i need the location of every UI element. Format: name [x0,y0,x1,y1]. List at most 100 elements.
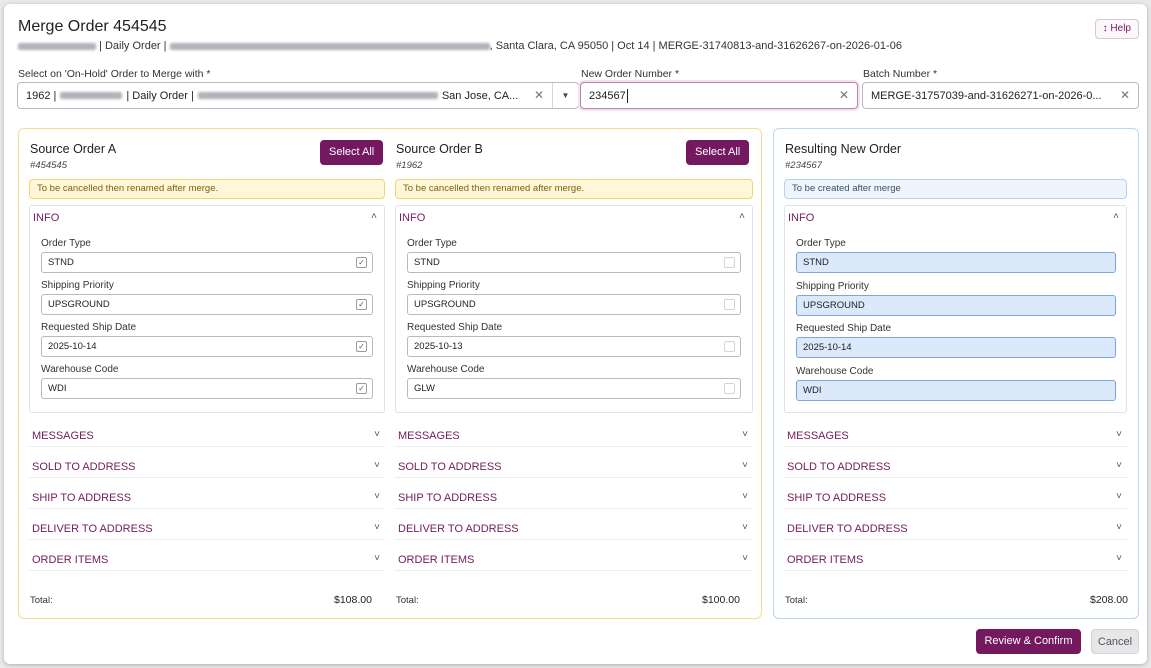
checkbox-icon[interactable] [724,383,735,394]
requested-ship-date-field-a[interactable]: 2025-10-14 ✓ [41,336,373,357]
text-caret [626,88,628,103]
sold-to-address-accordion-b[interactable]: SOLD TO ADDRESS ˅ [395,455,753,478]
clear-icon[interactable]: ✕ [534,88,544,102]
sold-to-address-accordion-a[interactable]: SOLD TO ADDRESS ˅ [29,455,385,478]
checkbox-checked-icon[interactable]: ✓ [356,257,367,268]
page-title: Merge Order 454545 [18,18,167,35]
order-type-field-a[interactable]: STND ✓ [41,252,373,273]
checkbox-icon[interactable] [724,299,735,310]
order-type-field-result[interactable]: STND [796,252,1116,273]
total-value-a: $108.00 [334,594,372,606]
accordion-title: DELIVER TO ADDRESS [398,523,519,535]
checkbox-icon[interactable] [724,341,735,352]
field-label: Order Type [796,238,846,249]
accordion-title: ORDER ITEMS [32,554,109,566]
merge-order-label: Select on 'On-Hold' Order to Merge with … [18,68,211,80]
checkbox-checked-icon[interactable]: ✓ [356,341,367,352]
select-all-button-a[interactable]: Select All [320,140,384,165]
field-value: UPSGROUND [414,299,476,310]
info-section-title[interactable]: INFO [788,212,814,224]
shipping-priority-field-result[interactable]: UPSGROUND [796,295,1116,316]
chevron-down-icon: ˅ [742,460,748,471]
review-confirm-button[interactable]: Review & Confirm [976,629,1081,654]
cancel-button[interactable]: Cancel [1091,629,1139,654]
field-label: Requested Ship Date [407,322,503,333]
info-section-title[interactable]: INFO [399,212,425,224]
subtitle-details: , Santa Clara, CA 95050 | Oct 14 | MERGE… [489,40,902,52]
merge-order-modal: Merge Order 454545 | Daily Order | , San… [4,4,1147,664]
redacted-address [197,92,438,99]
sold-to-address-accordion-result[interactable]: SOLD TO ADDRESS ˅ [784,455,1127,478]
checkbox-checked-icon[interactable]: ✓ [356,299,367,310]
messages-accordion-a[interactable]: MESSAGES ˅ [29,424,385,447]
accordion-title: MESSAGES [32,430,94,442]
source-order-a-column: Source Order A #454545 Select All To be … [19,129,389,618]
chevron-up-icon[interactable]: ˄ [739,211,745,222]
order-items-accordion-b[interactable]: ORDER ITEMS ˅ [395,548,753,571]
source-b-info-section: INFO ˄ Order Type STND Shipping Priority… [395,205,753,413]
order-items-accordion-result[interactable]: ORDER ITEMS ˅ [784,548,1127,571]
source-a-notice: To be cancelled then renamed after merge… [29,179,385,199]
chevron-up-icon[interactable]: ˄ [1113,211,1119,222]
warehouse-code-field-result[interactable]: WDI [796,380,1116,401]
field-label: Warehouse Code [41,364,119,375]
result-title: Resulting New Order [785,142,902,156]
deliver-to-address-accordion-a[interactable]: DELIVER TO ADDRESS ˅ [29,517,385,540]
accordion-title: MESSAGES [787,430,849,442]
chevron-up-icon[interactable]: ˄ [371,211,377,222]
source-a-number: #454545 [30,160,67,171]
result-number: #234567 [785,160,822,171]
order-type-field-b[interactable]: STND [407,252,741,273]
page-subtitle: | Daily Order | , Santa Clara, CA 95050 … [18,40,902,52]
clear-icon[interactable]: ✕ [839,88,849,102]
batch-number-input[interactable]: MERGE-31757039-and-31626271-on-2026-0...… [862,82,1139,109]
accordion-title: SHIP TO ADDRESS [398,492,498,504]
ship-to-address-accordion-a[interactable]: SHIP TO ADDRESS ˅ [29,486,385,509]
warehouse-code-field-b[interactable]: GLW [407,378,741,399]
shipping-priority-field-b[interactable]: UPSGROUND [407,294,741,315]
ship-to-address-accordion-result[interactable]: SHIP TO ADDRESS ˅ [784,486,1127,509]
chevron-down-icon: ˅ [1116,553,1122,564]
info-section-title[interactable]: INFO [33,212,59,224]
new-order-number-value: 234567 [589,89,626,102]
ship-to-address-accordion-b[interactable]: SHIP TO ADDRESS ˅ [395,486,753,509]
merge-order-city: San Jose, CA... [441,89,519,102]
clear-icon[interactable]: ✕ [1120,88,1130,102]
requested-ship-date-field-result[interactable]: 2025-10-14 [796,337,1116,358]
new-order-number-input[interactable]: 234567 ✕ [580,82,858,109]
accordion-title: SOLD TO ADDRESS [32,461,136,473]
checkbox-checked-icon[interactable]: ✓ [356,383,367,394]
checkbox-icon[interactable] [724,257,735,268]
resulting-order-panel: Resulting New Order #234567 To be create… [773,128,1139,619]
total-label-result: Total: [785,595,808,606]
chevron-down-icon: ˅ [742,522,748,533]
shipping-priority-field-a[interactable]: UPSGROUND ✓ [41,294,373,315]
chevron-down-icon: ˅ [1116,491,1122,502]
field-value: 2025-10-14 [48,341,97,352]
chevron-down-icon[interactable]: ▼ [552,83,578,108]
total-label-a: Total: [30,595,53,606]
deliver-to-address-accordion-b[interactable]: DELIVER TO ADDRESS ˅ [395,517,753,540]
total-value-b: $100.00 [702,594,740,606]
field-value: STND [48,257,74,268]
field-label: Order Type [407,238,457,249]
order-items-accordion-a[interactable]: ORDER ITEMS ˅ [29,548,385,571]
select-all-button-b[interactable]: Select All [686,140,750,165]
source-order-b-column: Source Order B #1962 Select All To be ca… [391,129,761,618]
accordion-title: ORDER ITEMS [398,554,475,566]
source-b-title: Source Order B [396,142,483,156]
chevron-down-icon: ˅ [374,491,380,502]
messages-accordion-b[interactable]: MESSAGES ˅ [395,424,753,447]
warehouse-code-field-a[interactable]: WDI ✓ [41,378,373,399]
requested-ship-date-field-b[interactable]: 2025-10-13 [407,336,741,357]
help-button[interactable]: ↕ Help [1094,19,1139,39]
messages-accordion-result[interactable]: MESSAGES ˅ [784,424,1127,447]
chevron-down-icon: ˅ [1116,522,1122,533]
source-a-info-section: INFO ˄ Order Type STND ✓ Shipping Priori… [29,205,385,413]
redacted-customer [18,42,96,50]
accordion-title: SHIP TO ADDRESS [787,492,887,504]
merge-order-select[interactable]: 1962 | | Daily Order | San Jose, CA... ✕… [17,82,579,109]
field-label: Shipping Priority [796,281,869,292]
field-label: Requested Ship Date [796,323,892,334]
deliver-to-address-accordion-result[interactable]: DELIVER TO ADDRESS ˅ [784,517,1127,540]
